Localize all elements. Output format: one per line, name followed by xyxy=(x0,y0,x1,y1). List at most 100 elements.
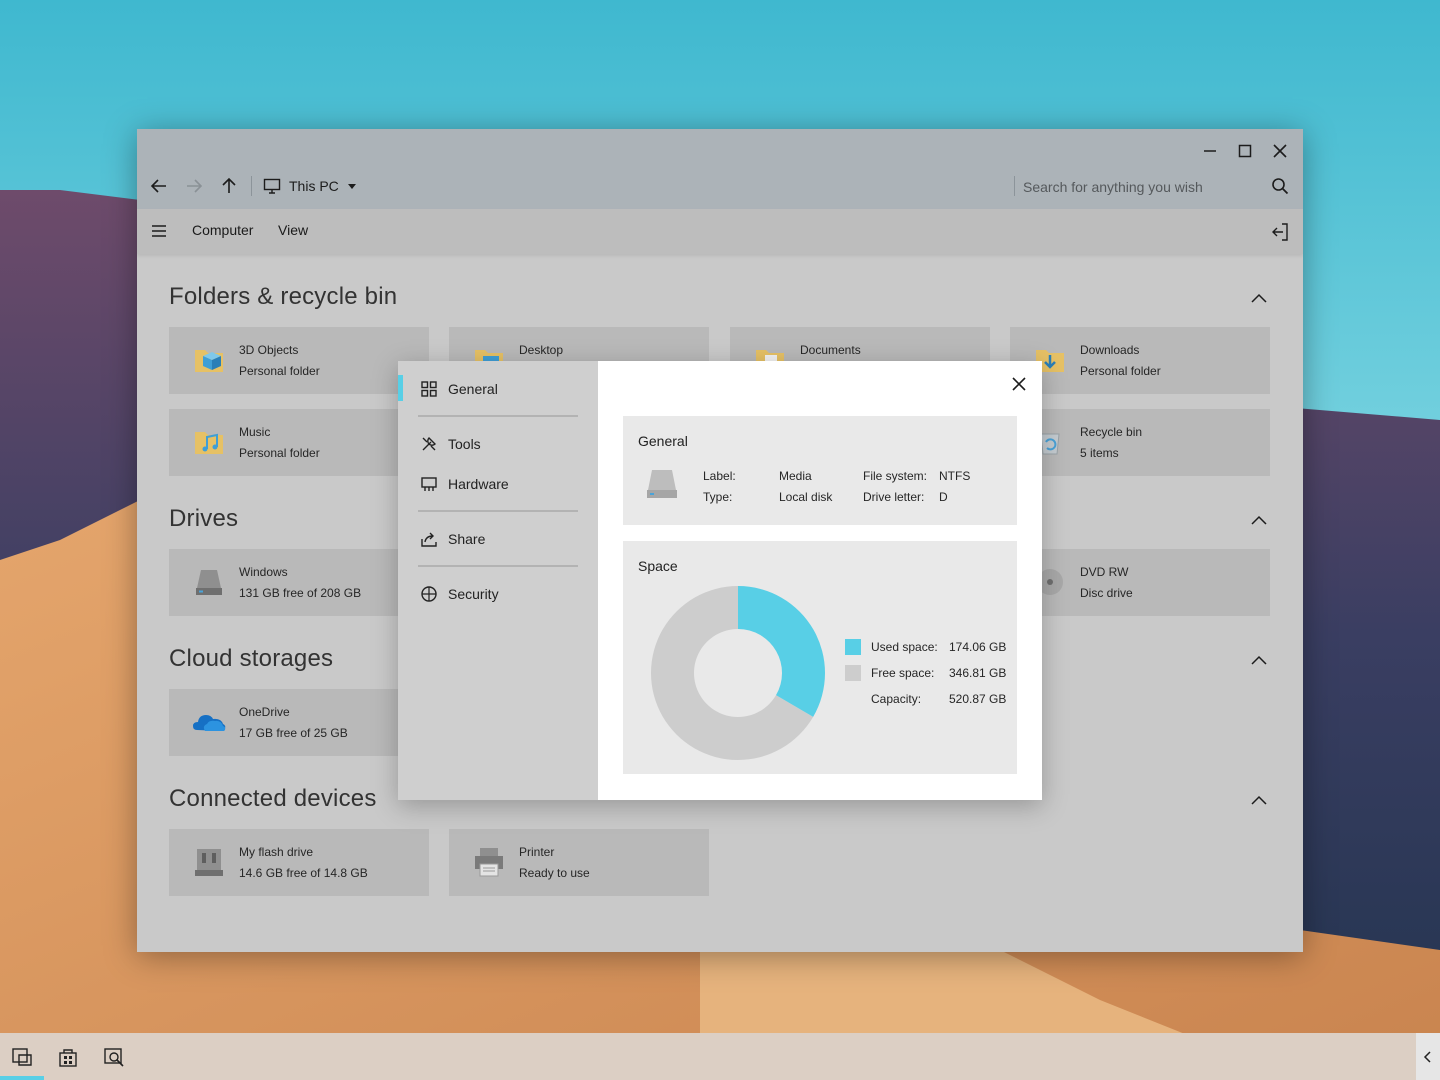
hamburger-menu-button[interactable] xyxy=(149,221,169,241)
section-title-cloud: Cloud storages xyxy=(169,645,334,672)
folder-tile-downloads[interactable]: Downloads Personal folder xyxy=(1010,327,1270,394)
search-input[interactable] xyxy=(1023,175,1263,199)
menu-view[interactable]: View xyxy=(278,222,308,238)
usb-drive-icon xyxy=(195,849,223,876)
chevron-up-icon[interactable] xyxy=(1249,511,1269,531)
type-key: Type: xyxy=(703,490,733,504)
tile-name: Windows xyxy=(239,565,288,579)
monitor-icon xyxy=(263,178,281,194)
nav-divider xyxy=(418,415,578,417)
close-button[interactable] xyxy=(1268,139,1292,163)
tile-subtitle: 131 GB free of 208 GB xyxy=(239,586,362,600)
taskbar-overflow-button[interactable] xyxy=(1416,1033,1440,1080)
hardware-icon xyxy=(421,477,437,491)
file-explorer-icon xyxy=(12,1047,32,1066)
search-button[interactable] xyxy=(1269,175,1291,197)
used-space-swatch xyxy=(845,639,861,655)
printer-icon xyxy=(475,848,503,877)
taskbar xyxy=(0,1033,1440,1080)
maximize-icon xyxy=(1238,144,1252,158)
arrow-right-icon xyxy=(187,179,203,193)
tile-subtitle: Disc drive xyxy=(1080,586,1133,600)
nav-item-hardware[interactable]: Hardware xyxy=(420,470,590,498)
active-nav-indicator xyxy=(398,375,403,401)
menu-computer[interactable]: Computer xyxy=(192,222,253,238)
folder-tile-recycle-bin[interactable]: Recycle bin 5 items xyxy=(1010,409,1270,476)
folder-tile-music[interactable]: Music Personal folder xyxy=(169,409,429,476)
minimize-button[interactable] xyxy=(1198,139,1222,163)
tile-name: OneDrive xyxy=(239,705,290,719)
device-tile-printer[interactable]: Printer Ready to use xyxy=(449,829,709,896)
used-space-segment xyxy=(738,586,825,717)
music-folder-icon xyxy=(195,432,223,454)
grid-icon xyxy=(421,381,437,397)
space-card: Space Used space: 174.06 GB Free space: … xyxy=(623,541,1017,774)
nav-item-share[interactable]: Share xyxy=(420,525,590,553)
free-space-label: Free space: xyxy=(871,666,935,680)
label-key: Label: xyxy=(703,469,736,483)
tile-name: My flash drive xyxy=(239,845,314,859)
cloud-tile-onedrive[interactable]: OneDrive 17 GB free of 25 GB xyxy=(169,689,429,756)
tile-subtitle: Personal folder xyxy=(239,364,320,378)
onedrive-cloud-icon xyxy=(193,715,226,731)
location-dropdown[interactable]: This PC xyxy=(263,174,357,198)
dialog-close-button[interactable] xyxy=(1006,371,1032,397)
nav-item-tools[interactable]: Tools xyxy=(420,430,590,458)
maximize-button[interactable] xyxy=(1233,139,1257,163)
space-donut-chart xyxy=(651,586,825,760)
file-system-key: File system: xyxy=(863,469,928,483)
search-divider xyxy=(1014,176,1015,196)
drive-letter-key: Drive letter: xyxy=(863,490,925,504)
close-icon xyxy=(1012,377,1026,391)
tile-name: Downloads xyxy=(1080,343,1140,357)
taskbar-image-viewer-button[interactable] xyxy=(92,1033,136,1080)
minimize-icon xyxy=(1204,150,1216,152)
tile-subtitle: Personal folder xyxy=(239,446,320,460)
back-button[interactable] xyxy=(147,174,171,198)
taskbar-store-button[interactable] xyxy=(46,1033,90,1080)
capacity-label: Capacity: xyxy=(871,692,922,706)
nav-item-label: Share xyxy=(448,531,486,547)
exit-button[interactable] xyxy=(1269,221,1291,243)
drive-letter-value: D xyxy=(939,490,948,504)
device-tile-flash-drive[interactable]: My flash drive 14.6 GB free of 14.8 GB xyxy=(169,829,429,896)
caret-down-icon xyxy=(347,184,356,189)
nav-item-label: Tools xyxy=(448,436,481,452)
store-bag-icon xyxy=(59,1048,77,1067)
arrow-up-icon xyxy=(222,177,236,193)
tile-name: Desktop xyxy=(519,343,564,357)
drive-properties-dialog: General Tools Hardware Share Security Ge… xyxy=(398,361,1042,800)
tile-subtitle: 5 items xyxy=(1080,446,1119,460)
file-system-value: NTFS xyxy=(939,469,971,483)
free-space-value: 346.81 GB xyxy=(949,666,1007,680)
tile-name: 3D Objects xyxy=(239,343,299,357)
taskbar-explorer-button[interactable] xyxy=(0,1033,44,1080)
chevron-up-icon[interactable] xyxy=(1249,651,1269,671)
hard-drive-icon xyxy=(647,470,677,498)
drive-tile-dvd-rw[interactable]: DVD RW Disc drive xyxy=(1010,549,1270,616)
drive-tile-windows[interactable]: Windows 131 GB free of 208 GB xyxy=(169,549,429,616)
type-value: Local disk xyxy=(779,490,833,504)
folder-tile-3d-objects[interactable]: 3D Objects Personal folder xyxy=(169,327,429,394)
title-bar: This PC xyxy=(137,129,1303,209)
nav-item-security[interactable]: Security xyxy=(420,580,590,608)
dialog-sidebar: General Tools Hardware Share Security xyxy=(398,361,598,800)
3d-objects-folder-icon xyxy=(195,350,223,372)
nav-divider xyxy=(418,565,578,567)
tile-name: Documents xyxy=(800,343,861,357)
taskbar-active-indicator xyxy=(0,1076,44,1080)
sign-out-icon xyxy=(1272,223,1288,241)
close-icon xyxy=(1273,144,1287,158)
up-button[interactable] xyxy=(217,174,241,198)
nav-item-general[interactable]: General xyxy=(420,375,590,403)
nav-item-label: Security xyxy=(448,586,499,602)
dialog-content: General Label: Media File system: NTFS T… xyxy=(598,361,1042,800)
chevron-up-icon[interactable] xyxy=(1249,289,1269,309)
tile-name: Printer xyxy=(519,845,555,859)
chevron-left-icon xyxy=(1423,1050,1431,1063)
arrow-left-icon xyxy=(150,179,166,193)
label-value: Media xyxy=(779,469,812,483)
forward-button[interactable] xyxy=(182,174,206,198)
hard-drive-icon xyxy=(196,570,222,595)
chevron-up-icon[interactable] xyxy=(1249,791,1269,811)
